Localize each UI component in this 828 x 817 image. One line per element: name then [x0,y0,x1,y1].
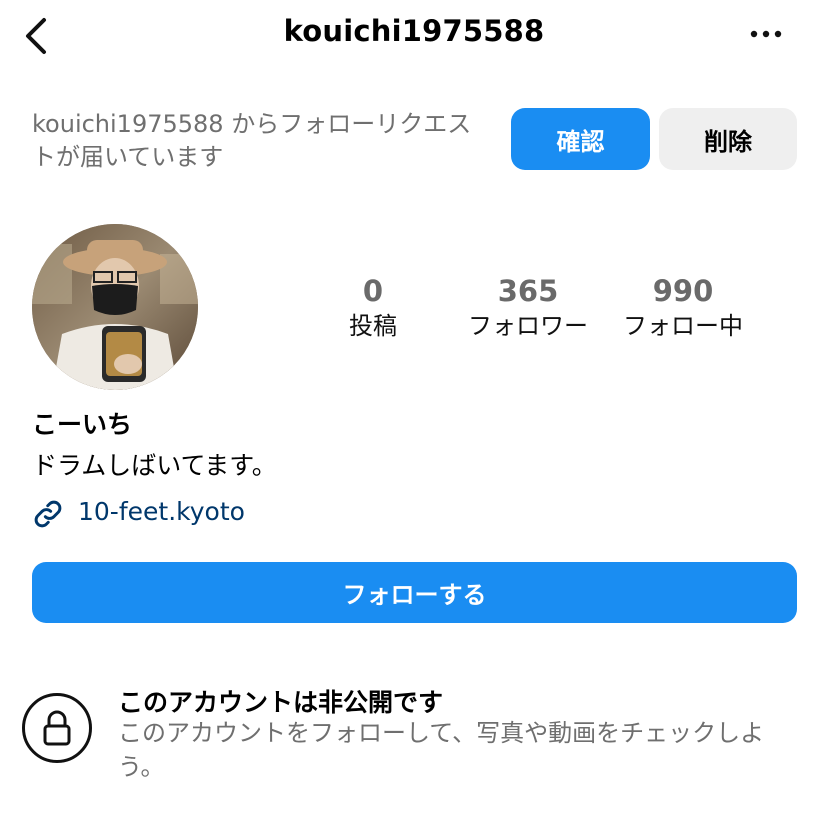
follow-button[interactable]: フォローする [32,562,797,623]
posts-count: 0 [362,274,384,308]
follow-request-message: kouichi1975588 からフォローリクエストが届いています [32,110,472,171]
stat-followers[interactable]: 365 フォロワー [458,274,598,344]
confirm-button[interactable]: 確認 [511,108,650,170]
delete-button[interactable]: 削除 [659,108,797,170]
stat-posts: 0 投稿 [303,274,443,344]
stat-following[interactable]: 990 フォロー中 [613,274,753,344]
followers-count: 365 [497,274,559,308]
profile-link[interactable]: 10-feet.kyoto [78,497,245,526]
private-account-title: このアカウントは非公開です [118,688,444,717]
following-label: フォロー中 [623,312,743,340]
more-options-icon[interactable] [746,24,786,44]
page-title: kouichi1975588 [283,14,545,48]
display-name: こーいち [32,410,133,439]
followers-label: フォロワー [468,312,588,340]
following-count: 990 [652,274,714,308]
posts-label: 投稿 [349,312,397,340]
private-account-description: このアカウントをフォローして、写真や動画をチェックしよう。 [118,719,765,781]
link-icon [32,498,64,530]
lock-icon [22,693,92,763]
bio-text: ドラムしばいてます。 [32,451,277,480]
avatar[interactable] [32,224,198,390]
